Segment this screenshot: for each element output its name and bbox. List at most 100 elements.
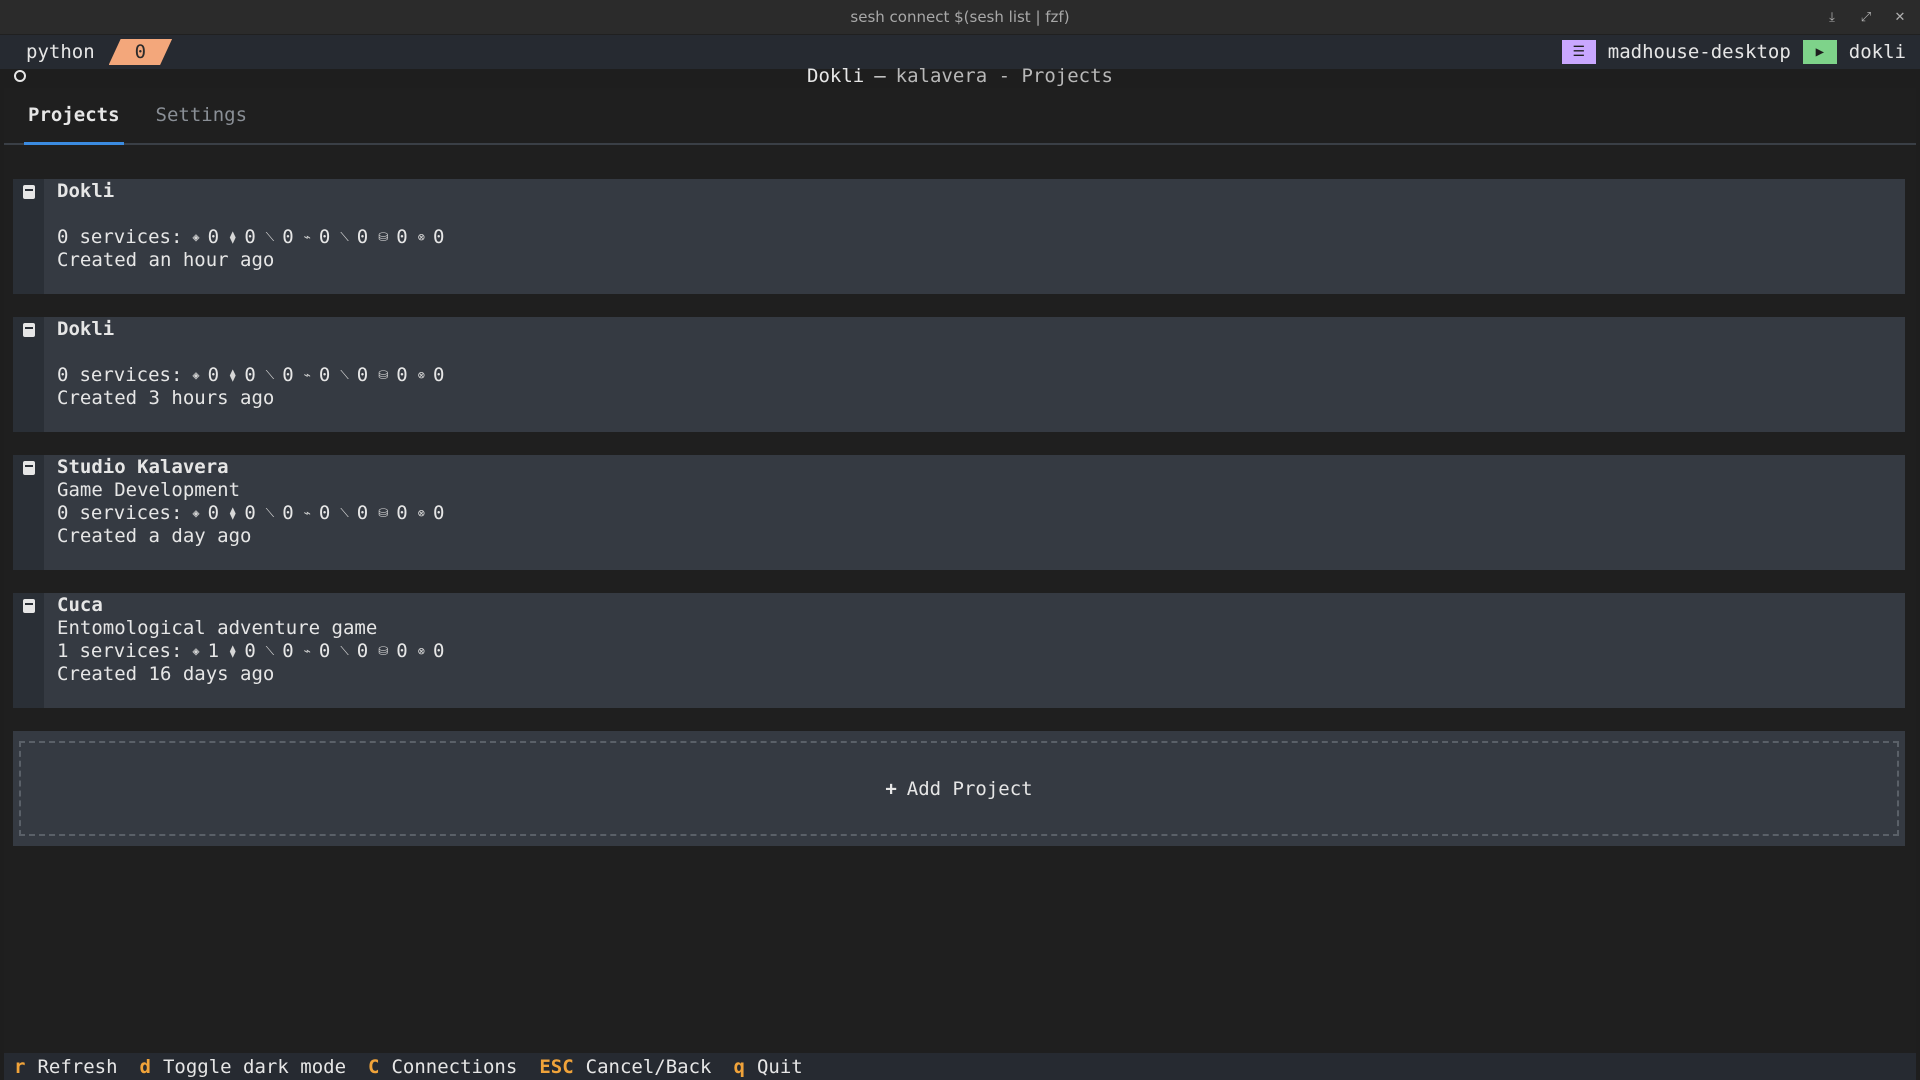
project-description — [57, 203, 444, 226]
key-hint: C — [368, 1055, 380, 1078]
service-count: 0 — [244, 226, 256, 248]
minimize-icon[interactable]: ⤓ — [1822, 8, 1842, 28]
service-type-icon: ⧫ — [229, 368, 237, 382]
project-card-body: Cuca Entomological adventure game 1 service… — [44, 593, 444, 708]
service-type-icon: ⟍ — [265, 368, 275, 382]
key-hint: ESC — [539, 1055, 574, 1078]
service-count: 0 — [318, 640, 331, 662]
service-type-icon: ⟍ — [265, 644, 275, 658]
services-label: services: — [79, 502, 183, 524]
service-type-icon: ⟍ — [340, 644, 349, 658]
service-type-icon: ⛁ — [378, 368, 389, 382]
service-count: 0 — [318, 226, 331, 248]
window-title: sesh connect $(sesh list | fzf) — [850, 8, 1070, 26]
project-card[interactable]: Dokli 0 services: ◈ 0 ⧫ 0 ⟍ 0 ⌁ 0 ⟍ 0 ⛁ 0 ⊗ 0 Created an … — [13, 179, 1905, 294]
services-label: services: — [79, 640, 183, 662]
project-name: Dokli — [57, 180, 115, 202]
app-title: Dokli — [807, 65, 865, 87]
add-project-button[interactable]: + Add Project — [19, 741, 1899, 836]
project-card-sidebar — [13, 593, 44, 708]
footer-key-refresh[interactable]: r Refresh — [14, 1056, 118, 1078]
window-titlebar: sesh connect $(sesh list | fzf) ⤓ ⤢ ✕ — [0, 0, 1920, 35]
service-count: 0 — [207, 364, 220, 386]
project-created: Created a day ago — [57, 525, 252, 547]
project-services: 0 services: ◈ 0 ⧫ 0 ⟍ 0 ⌁ 0 ⟍ 0 ⛁ 0 ⊗ 0 — [57, 364, 444, 387]
project-icon — [23, 461, 35, 475]
service-type-icon: ◈ — [192, 230, 200, 244]
service-count: 0 — [432, 226, 445, 248]
service-count: 0 — [432, 640, 445, 662]
add-project-container: + Add Project — [13, 731, 1905, 846]
key-label: Quit — [756, 1055, 803, 1078]
service-count: 0 — [356, 502, 369, 524]
service-type-icon: ⊗ — [417, 368, 425, 382]
project-card[interactable]: Dokli 0 services: ◈ 0 ⧫ 0 ⟍ 0 ⌁ 0 ⟍ 0 ⛁ 0 ⊗ 0 Created 3 h… — [13, 317, 1905, 432]
tmux-host-name: madhouse-desktop — [1607, 41, 1791, 63]
service-count: 0 — [396, 226, 408, 248]
service-count: 0 — [432, 364, 445, 386]
close-icon[interactable]: ✕ — [1890, 8, 1910, 28]
main-frame: Projects Settings Dokli 0 services: ◈ 0 ⧫ 0 ⟍ 0 ⌁… — [4, 88, 1916, 1053]
project-card-sidebar — [13, 179, 44, 294]
service-type-icon: ⊗ — [417, 644, 425, 658]
services-label: services: — [79, 226, 183, 248]
service-type-icon: ⧫ — [229, 644, 237, 658]
service-type-icon: ⧫ — [229, 230, 237, 244]
project-card-sidebar — [13, 455, 44, 570]
service-count: 0 — [282, 502, 294, 524]
footer-key-cancel-back[interactable]: ESC Cancel/Back — [539, 1056, 711, 1078]
project-card[interactable]: Studio Kalavera Game Development 0 services… — [13, 455, 1905, 570]
tmux-session-name[interactable]: python — [8, 35, 109, 69]
service-type-icon: ⌁ — [303, 230, 311, 244]
project-icon — [23, 323, 35, 337]
footer-key-toggle-dark-mode[interactable]: d Toggle dark mode — [140, 1056, 346, 1078]
service-type-icon: ◈ — [192, 644, 200, 658]
ring-icon — [14, 70, 26, 82]
project-description: Entomological adventure game — [57, 617, 378, 639]
project-card-body: Studio Kalavera Game Development 0 services… — [44, 455, 444, 570]
service-count: 0 — [356, 226, 369, 248]
service-count: 0 — [396, 640, 408, 662]
service-type-icon: ⛁ — [378, 506, 389, 520]
project-name: Studio Kalavera — [57, 456, 229, 478]
service-type-icon: ⊗ — [417, 506, 425, 520]
project-created: Created 16 days ago — [57, 663, 275, 685]
project-services: 0 services: ◈ 0 ⧫ 0 ⟍ 0 ⌁ 0 ⟍ 0 ⛁ 0 ⊗ 0 — [57, 226, 444, 249]
key-label: Refresh — [37, 1055, 118, 1078]
service-count: 0 — [282, 226, 294, 248]
service-type-icon: ⟍ — [340, 506, 349, 520]
key-label: Toggle dark mode — [162, 1055, 347, 1078]
project-services: 0 services: ◈ 0 ⧫ 0 ⟍ 0 ⌁ 0 ⟍ 0 ⛁ 0 ⊗ 0 — [57, 502, 444, 525]
server-icon: ☰ — [1561, 40, 1596, 64]
tmux-window-index[interactable]: 0 — [109, 39, 172, 65]
service-count: 0 — [244, 364, 256, 386]
footer-key-connections[interactable]: C Connections — [368, 1056, 517, 1078]
service-type-icon: ⛁ — [378, 230, 389, 244]
services-total: 1 — [57, 640, 69, 662]
project-description: Game Development — [57, 479, 241, 501]
project-card[interactable]: Cuca Entomological adventure game 1 service… — [13, 593, 1905, 708]
service-count: 0 — [244, 502, 256, 524]
tab-projects[interactable]: Projects — [24, 86, 124, 145]
service-count: 0 — [207, 226, 220, 248]
key-hint: r — [14, 1055, 26, 1078]
services-total: 0 — [57, 226, 69, 248]
service-count: 0 — [318, 502, 331, 524]
services-total: 0 — [57, 502, 69, 524]
project-created: Created an hour ago — [57, 249, 275, 271]
maximize-icon[interactable]: ⤢ — [1856, 8, 1876, 28]
service-type-icon: ⧫ — [229, 506, 237, 520]
service-count: 0 — [207, 502, 220, 524]
project-name: Dokli — [57, 318, 115, 340]
service-count: 0 — [396, 364, 408, 386]
tmux-status-bar: python 0 ☰ madhouse-desktop ▶ dokli — [0, 35, 1920, 69]
tab-settings[interactable]: Settings — [152, 86, 252, 143]
service-type-icon: ⟍ — [340, 368, 349, 382]
service-count: 0 — [282, 364, 294, 386]
service-type-icon: ⟍ — [340, 230, 349, 244]
key-label: Cancel/Back — [585, 1055, 712, 1078]
service-type-icon: ⊗ — [417, 230, 425, 244]
footer-key-quit[interactable]: q Quit — [733, 1056, 802, 1078]
add-project-label: Add Project — [906, 777, 1033, 800]
project-card-body: Dokli 0 services: ◈ 0 ⧫ 0 ⟍ 0 ⌁ 0 ⟍ 0 ⛁ 0 ⊗ 0 Created 3 h… — [44, 317, 444, 432]
